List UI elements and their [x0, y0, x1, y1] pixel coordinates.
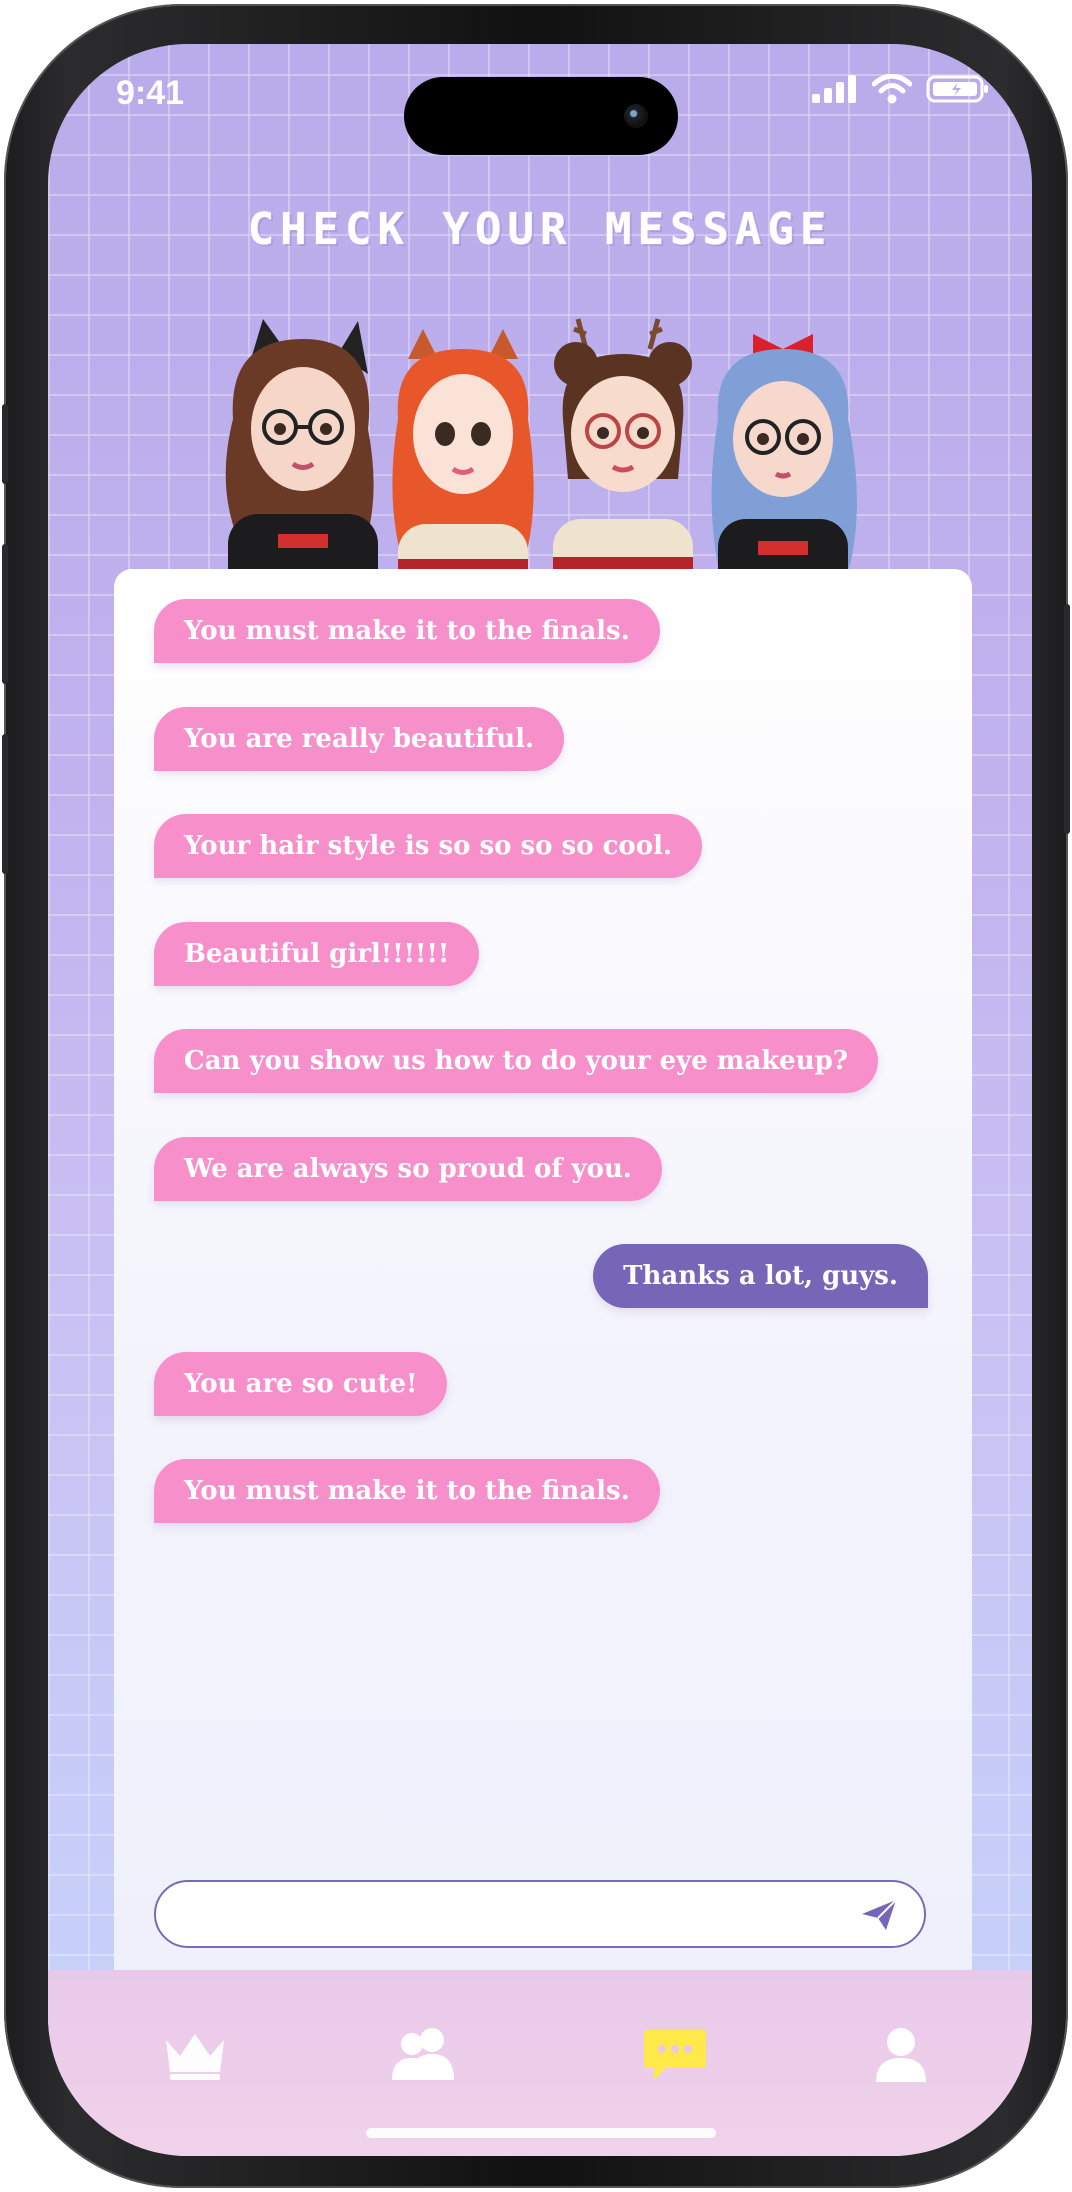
- volume-down-button: [2, 734, 8, 874]
- message-bubble-incoming[interactable]: You must make it to the finals.: [154, 599, 660, 663]
- message-bubble-incoming[interactable]: You are really beautiful.: [154, 707, 565, 771]
- signal-icon: [812, 75, 856, 103]
- battery-icon: [926, 75, 988, 103]
- paper-plane-icon[interactable]: [860, 1898, 898, 1932]
- profile-icon[interactable]: [868, 2026, 934, 2082]
- avatar-group: [208, 284, 868, 609]
- avatar-girl-cat-ears: [225, 319, 378, 609]
- message-bubble-incoming[interactable]: Can you show us how to do your eye makeu…: [154, 1029, 879, 1093]
- screen: 9:41 CHECK YOUR MESSAGE You must make it…: [48, 44, 1032, 2156]
- chat-icon[interactable]: [642, 2026, 708, 2082]
- friends-icon[interactable]: [390, 2026, 456, 2082]
- avatar-girl-reindeer-ears: [553, 318, 693, 609]
- message-bubble-incoming[interactable]: You are so cute!: [154, 1352, 448, 1416]
- avatar-girl-blue-hair: [711, 334, 857, 609]
- phone-frame: 9:41 CHECK YOUR MESSAGE You must make it…: [2, 4, 1070, 2188]
- message-bubble-outgoing[interactable]: Thanks a lot, guys.: [593, 1244, 928, 1308]
- wifi-icon: [872, 74, 912, 104]
- volume-up-button: [2, 544, 8, 684]
- message-bubble-incoming[interactable]: You must make it to the finals.: [154, 1459, 660, 1523]
- crown-icon[interactable]: [162, 2026, 228, 2082]
- avatar-girl-red-hair: [392, 329, 534, 609]
- message-input[interactable]: [154, 1880, 926, 1948]
- message-bubble-incoming[interactable]: Your hair style is so so so so cool.: [154, 814, 703, 878]
- status-time: 9:41: [116, 74, 185, 112]
- message-bubble-incoming[interactable]: We are always so proud of you.: [154, 1137, 662, 1201]
- power-button: [1064, 604, 1070, 834]
- front-camera: [624, 104, 648, 128]
- page-title: CHECK YOUR MESSAGE: [247, 204, 833, 255]
- home-indicator[interactable]: [366, 2128, 716, 2138]
- message-bubble-incoming[interactable]: Beautiful girl!!!!!!: [154, 922, 480, 986]
- dynamic-island: [404, 77, 678, 155]
- action-button: [2, 404, 8, 484]
